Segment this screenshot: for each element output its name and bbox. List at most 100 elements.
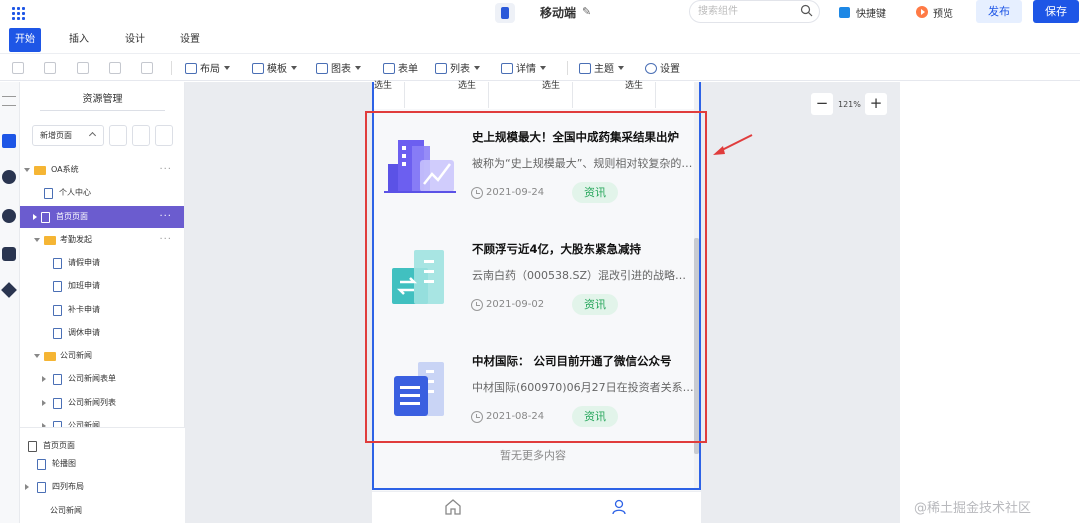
expand-arrow-icon	[34, 238, 40, 242]
tree-item-news[interactable]: 公司新闻	[20, 415, 184, 427]
tab-design[interactable]: 设计	[125, 29, 145, 51]
tree-label: 个人中心	[59, 188, 91, 197]
analytics-icon[interactable]	[2, 247, 16, 261]
layout-menu[interactable]: 布局	[185, 60, 230, 75]
save-button[interactable]: 保存	[1033, 0, 1079, 23]
shortcut-button[interactable]: 快捷键	[856, 5, 886, 20]
components-icon[interactable]	[2, 170, 16, 184]
more-icon[interactable]: ···	[159, 229, 172, 251]
form-label: 表单	[398, 64, 418, 75]
chevron-down-icon	[540, 66, 546, 70]
pages-icon[interactable]	[2, 134, 16, 148]
app-title: 移动端	[540, 6, 577, 20]
mobile-device-icon	[495, 3, 515, 23]
component-search[interactable]	[689, 0, 820, 23]
preview-play-icon[interactable]	[916, 6, 928, 18]
tree-label: 考勤发起	[60, 235, 92, 244]
search-input[interactable]	[698, 4, 793, 19]
tree-item-oa-system[interactable]: OA系统 ···	[20, 159, 184, 181]
copy-icon[interactable]	[12, 62, 24, 74]
tree-item-day-off[interactable]: 调休申请	[20, 322, 184, 344]
more-icon[interactable]: ···	[159, 206, 172, 228]
eraser-icon[interactable]	[109, 62, 121, 74]
theme-menu[interactable]: 主题	[579, 60, 624, 75]
cube-icon[interactable]	[1, 282, 17, 298]
list-menu[interactable]: 列表	[435, 60, 480, 75]
more-icon[interactable]: ···	[159, 159, 172, 181]
folder-icon	[44, 236, 56, 245]
collapse-all-icon[interactable]	[155, 125, 173, 146]
edit-pencil-icon[interactable]: ✎	[582, 5, 591, 18]
page-icon	[53, 328, 62, 339]
chart-menu[interactable]: 图表	[316, 60, 361, 75]
tree-item-home-page[interactable]: 首页页面 ···	[20, 206, 184, 228]
tree-label: 公司新闻	[68, 421, 100, 427]
resource-panel-title[interactable]: 资源管理	[20, 90, 185, 105]
template-icon	[252, 63, 264, 74]
home-icon[interactable]	[444, 498, 462, 516]
top-bar: 移动端 ✎ 快捷键 预览 发布 保存	[0, 0, 1080, 26]
keyboard-shortcut-icon[interactable]	[839, 7, 850, 18]
tree-label: 补卡申请	[68, 305, 100, 314]
chevron-down-icon	[474, 66, 480, 70]
zoom-out-button[interactable]: −	[811, 93, 833, 115]
tree-label: 公司新闻列表	[68, 398, 116, 407]
property-panel	[900, 82, 1080, 523]
component-four-columns[interactable]: 四列布局	[20, 476, 184, 498]
chevron-down-icon	[355, 66, 361, 70]
folder-icon	[34, 166, 46, 175]
chart-icon	[316, 63, 328, 74]
publish-button[interactable]: 发布	[976, 0, 1022, 23]
detail-icon	[501, 63, 513, 74]
theme-icon	[579, 63, 591, 74]
tree-item-profile[interactable]: 个人中心	[20, 182, 184, 204]
delete-icon[interactable]	[77, 62, 89, 74]
expand-arrow-icon	[42, 376, 46, 382]
new-page-dropdown[interactable]: 新增页面	[32, 125, 104, 146]
tree-item-leave[interactable]: 请假申请	[20, 252, 184, 274]
form-button[interactable]: 表单	[383, 60, 418, 75]
chart-label: 图表	[331, 64, 351, 75]
tab-insert[interactable]: 插入	[69, 29, 89, 51]
tree-item-overtime[interactable]: 加班申请	[20, 275, 184, 297]
chevron-down-icon	[618, 66, 624, 70]
tree-item-company-news[interactable]: 公司新闻	[20, 345, 184, 367]
search-icon[interactable]	[132, 125, 150, 146]
user-icon[interactable]	[610, 498, 628, 516]
expand-arrow-icon	[33, 214, 37, 220]
settings-button[interactable]: 设置	[645, 60, 680, 75]
tree-label: 调休申请	[68, 328, 100, 337]
pie-chart-icon[interactable]	[2, 209, 16, 223]
component-company-news[interactable]: 公司新闻	[20, 500, 184, 522]
component-carousel[interactable]: 轮播图	[20, 453, 184, 475]
page-icon	[41, 212, 50, 223]
format-painter-icon[interactable]	[141, 62, 153, 74]
tree-item-attendance[interactable]: 考勤发起 ···	[20, 229, 184, 251]
tree-item-clock-fix[interactable]: 补卡申请	[20, 299, 184, 321]
tree-item-news-list[interactable]: 公司新闻列表	[20, 392, 184, 414]
template-menu[interactable]: 模板	[252, 60, 297, 75]
paste-icon[interactable]	[44, 62, 56, 74]
tab-start[interactable]: 开始	[9, 28, 41, 52]
page-icon	[53, 258, 62, 269]
layout-icon	[37, 482, 46, 493]
new-folder-icon[interactable]	[109, 125, 127, 146]
list-icon	[435, 63, 447, 74]
detail-menu[interactable]: 详情	[501, 60, 546, 75]
tree-item-news-form[interactable]: 公司新闻表单	[20, 368, 184, 390]
detail-label: 详情	[516, 64, 536, 75]
tree-label: 公司新闻	[60, 351, 92, 360]
toolbar: 布局 模板 图表 表单 列表 详情 主题 设置	[0, 53, 1080, 81]
menu-icon[interactable]	[2, 96, 16, 106]
tab-settings[interactable]: 设置	[180, 29, 200, 51]
app-grid-icon[interactable]	[10, 5, 26, 21]
preview-button[interactable]: 预览	[933, 5, 953, 20]
folder-icon	[44, 352, 56, 361]
expand-arrow-icon	[34, 354, 40, 358]
zoom-in-button[interactable]: +	[865, 93, 887, 115]
expand-arrow-icon	[42, 400, 46, 406]
search-icon[interactable]	[800, 4, 813, 17]
tree-label: 首页页面	[56, 212, 88, 221]
toolbar-divider	[171, 61, 172, 75]
carousel-icon	[37, 459, 46, 470]
